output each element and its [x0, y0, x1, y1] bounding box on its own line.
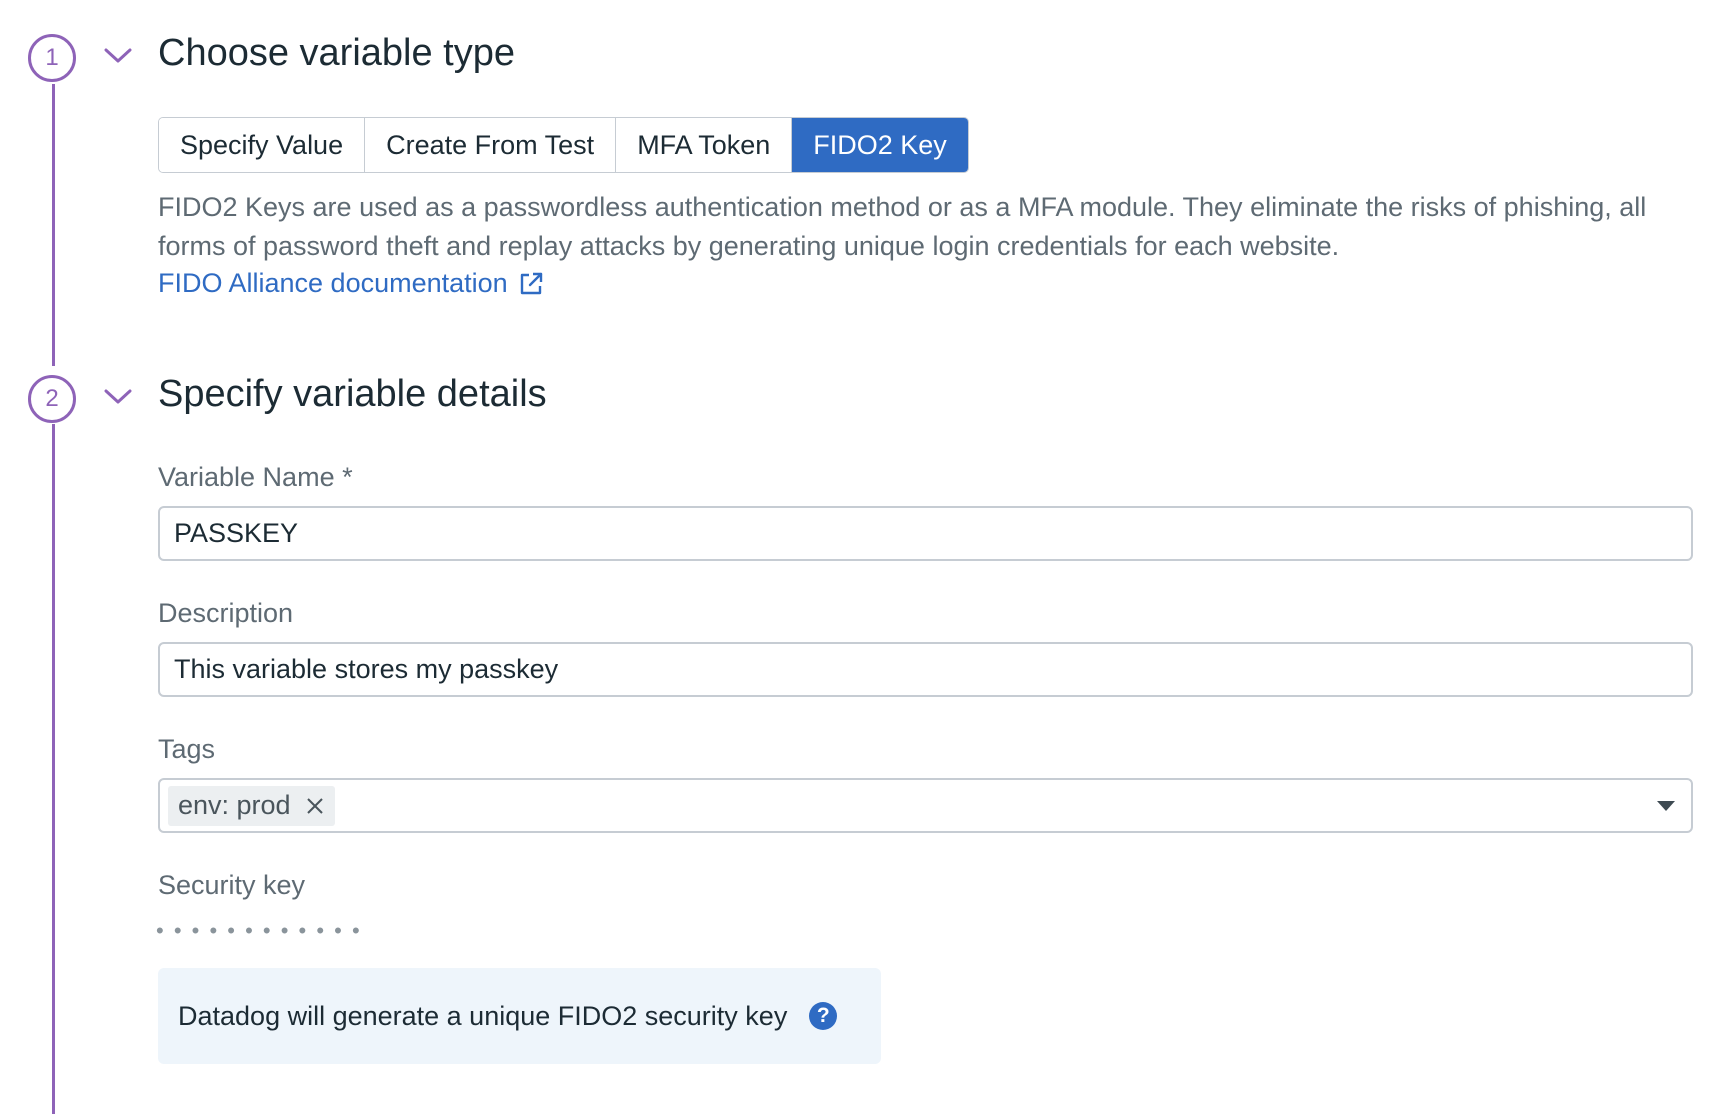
help-icon[interactable]: ?	[809, 1002, 838, 1030]
variable-type-selector: Specify Value Create From Test MFA Token…	[158, 117, 969, 173]
external-link-icon	[520, 272, 542, 294]
step-2-badge: 2	[28, 375, 76, 423]
doc-link-label[interactable]: FIDO Alliance documentation	[158, 268, 508, 299]
step-2-connector	[52, 424, 55, 1114]
variable-name-input[interactable]: PASSKEY	[158, 506, 1693, 561]
chevron-down-icon[interactable]	[102, 46, 134, 66]
variable-name-value: PASSKEY	[174, 518, 299, 548]
type-option-specify-value[interactable]: Specify Value	[159, 118, 366, 172]
tag-chip: env: prod	[168, 785, 335, 826]
security-key-info-box: Datadog will generate a unique FIDO2 sec…	[158, 968, 881, 1064]
tags-label: Tags	[158, 734, 216, 764]
section-title-variable-details: Specify variable details	[158, 373, 547, 415]
close-icon	[306, 797, 323, 814]
chevron-down-icon[interactable]	[102, 387, 134, 407]
description-label: Description	[158, 598, 294, 628]
description-input[interactable]: This variable stores my passkey	[158, 642, 1693, 697]
step-1-connector	[52, 84, 55, 366]
security-key-masked-value: • • • • • • • • • • • •	[156, 918, 362, 943]
step-1-number: 1	[45, 44, 59, 71]
step-1-badge: 1	[28, 34, 76, 82]
security-key-info-text: Datadog will generate a unique FIDO2 sec…	[178, 1000, 788, 1031]
section-title-variable-type: Choose variable type	[158, 32, 515, 74]
remove-tag-button[interactable]	[305, 796, 325, 816]
type-option-mfa-token[interactable]: MFA Token	[616, 118, 793, 172]
fido-alliance-doc-link[interactable]: FIDO Alliance documentation	[158, 268, 544, 299]
tag-chip-label: env: prod	[178, 790, 291, 820]
security-key-label: Security key	[158, 870, 306, 900]
type-option-create-from-test[interactable]: Create From Test	[365, 118, 617, 172]
caret-down-icon[interactable]	[1657, 800, 1675, 811]
step-2-number: 2	[45, 385, 59, 412]
fido2-description: FIDO2 Keys are used as a passwordless au…	[158, 192, 1647, 261]
tags-select[interactable]: env: prod	[158, 778, 1693, 833]
variable-name-label: Variable Name *	[158, 462, 353, 492]
type-option-fido2-key[interactable]: FIDO2 Key	[792, 118, 968, 172]
description-value: This variable stores my passkey	[174, 654, 559, 684]
